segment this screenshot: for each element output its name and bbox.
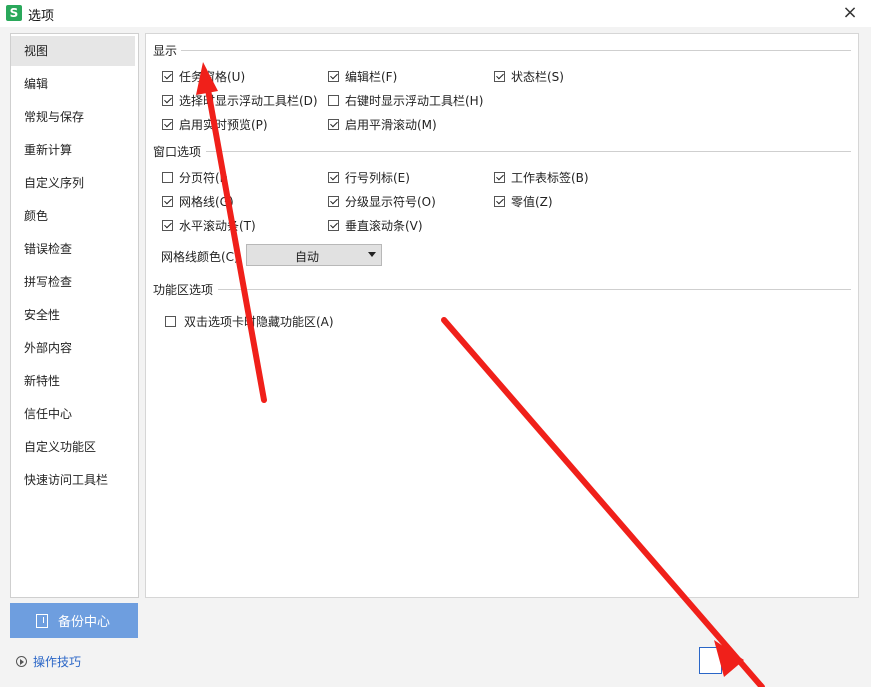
- option-label: 分级显示符号(O): [345, 195, 436, 209]
- checkbox[interactable]: [162, 95, 173, 106]
- option-h-scroll[interactable]: 水平滚动条(T): [162, 217, 256, 234]
- option-label: 编辑栏(F): [345, 70, 398, 84]
- nav-item-view[interactable]: 视图: [11, 36, 135, 66]
- nav-item-external-content[interactable]: 外部内容: [11, 333, 135, 363]
- nav-item-edit[interactable]: 编辑: [11, 69, 135, 99]
- option-gridlines[interactable]: 网格线(G): [162, 193, 234, 210]
- nav-item-customize-ribbon[interactable]: 自定义功能区: [11, 432, 135, 462]
- checkbox[interactable]: [162, 119, 173, 130]
- nav-item-new-features[interactable]: 新特性: [11, 366, 135, 396]
- option-label: 右键时显示浮动工具栏(H): [345, 94, 484, 108]
- section-title-window-options: 窗口选项: [153, 145, 202, 159]
- checkbox[interactable]: [162, 196, 173, 207]
- checkbox[interactable]: [162, 172, 173, 183]
- section-divider: [218, 289, 851, 290]
- nav-item-trust-center[interactable]: 信任中心: [11, 399, 135, 429]
- grid-color-select[interactable]: 自动: [246, 244, 382, 266]
- checkbox[interactable]: [328, 71, 339, 82]
- option-label: 启用实时预览(P): [179, 118, 268, 132]
- nav-item-security[interactable]: 安全性: [11, 300, 135, 330]
- dialog-title: 选项: [28, 9, 55, 24]
- option-label: 零值(Z): [511, 195, 553, 209]
- grid-color-value: 自动: [295, 250, 320, 264]
- option-label: 工作表标签(B): [511, 171, 589, 185]
- chevron-down-icon: [368, 252, 376, 257]
- option-float-toolbar-select[interactable]: 选择时显示浮动工具栏(D): [162, 92, 318, 109]
- option-task-pane[interactable]: 任务窗格(U): [162, 68, 245, 85]
- backup-center-button[interactable]: 备份中心: [10, 603, 138, 638]
- option-label: 水平滚动条(T): [179, 219, 256, 233]
- title-bar: S 选项 ×: [0, 0, 871, 27]
- option-live-preview[interactable]: 启用实时预览(P): [162, 116, 268, 133]
- nav-item-color[interactable]: 颜色: [11, 201, 135, 231]
- section-divider: [206, 151, 851, 152]
- section-title-ribbon-options: 功能区选项: [153, 283, 214, 297]
- checkbox[interactable]: [165, 316, 176, 327]
- checkbox[interactable]: [494, 172, 505, 183]
- option-label: 启用平滑滚动(M): [345, 118, 437, 132]
- option-label: 状态栏(S): [511, 70, 564, 84]
- close-button[interactable]: ×: [839, 2, 861, 24]
- checkbox[interactable]: [328, 95, 339, 106]
- option-hide-ribbon-double-click[interactable]: 双击选项卡时隐藏功能区(A): [165, 313, 334, 330]
- option-float-toolbar-rclick[interactable]: 右键时显示浮动工具栏(H): [328, 92, 483, 109]
- checkbox[interactable]: [494, 71, 505, 82]
- nav-item-recalculate[interactable]: 重新计算: [11, 135, 135, 165]
- option-label: 网格线(G): [179, 195, 234, 209]
- tips-link[interactable]: 操作技巧: [16, 653, 81, 670]
- option-page-break[interactable]: 分页符(I): [162, 169, 228, 186]
- option-zero-values[interactable]: 零值(Z): [494, 193, 553, 210]
- nav-item-spell-check[interactable]: 拼写检查: [11, 267, 135, 297]
- option-label: 垂直滚动条(V): [345, 219, 423, 233]
- option-label: 行号列标(E): [345, 171, 410, 185]
- checkbox[interactable]: [162, 220, 173, 231]
- checkbox[interactable]: [328, 196, 339, 207]
- checkbox[interactable]: [328, 220, 339, 231]
- ok-button[interactable]: [699, 647, 722, 674]
- option-label: 分页符(I): [179, 171, 228, 185]
- backup-center-label: 备份中心: [58, 615, 111, 630]
- wps-app-icon: S: [6, 5, 22, 21]
- option-status-bar[interactable]: 状态栏(S): [494, 68, 564, 85]
- option-sheet-tabs[interactable]: 工作表标签(B): [494, 169, 589, 186]
- option-label: 任务窗格(U): [179, 70, 246, 84]
- option-row-col-headers[interactable]: 行号列标(E): [328, 169, 410, 186]
- option-v-scroll[interactable]: 垂直滚动条(V): [328, 217, 423, 234]
- nav-item-custom-lists[interactable]: 自定义序列: [11, 168, 135, 198]
- checkbox[interactable]: [494, 196, 505, 207]
- checkbox[interactable]: [162, 71, 173, 82]
- play-circle-icon: [16, 656, 27, 667]
- tips-label: 操作技巧: [33, 655, 82, 669]
- options-content: 显示 任务窗格(U) 编辑栏(F) 状态栏(S) 选择时显示浮动工具栏(D) 右…: [145, 33, 859, 598]
- section-title-display: 显示: [153, 44, 178, 58]
- options-nav: 视图 编辑 常规与保存 重新计算 自定义序列 颜色 错误检查 拼写检查 安全性 …: [10, 33, 139, 598]
- option-label: 选择时显示浮动工具栏(D): [179, 94, 318, 108]
- option-label: 双击选项卡时隐藏功能区(A): [184, 315, 334, 329]
- nav-item-quick-access-toolbar[interactable]: 快速访问工具栏: [11, 465, 135, 495]
- option-outline-symbols[interactable]: 分级显示符号(O): [328, 193, 436, 210]
- section-divider: [181, 50, 851, 51]
- option-formula-bar[interactable]: 编辑栏(F): [328, 68, 397, 85]
- grid-color-label: 网格线颜色(C): [161, 250, 239, 264]
- option-smooth-scroll[interactable]: 启用平滑滚动(M): [328, 116, 437, 133]
- nav-item-error-check[interactable]: 错误检查: [11, 234, 135, 264]
- checkbox[interactable]: [328, 119, 339, 130]
- nav-item-general-save[interactable]: 常规与保存: [11, 102, 135, 132]
- checkbox[interactable]: [328, 172, 339, 183]
- document-icon: [36, 613, 48, 628]
